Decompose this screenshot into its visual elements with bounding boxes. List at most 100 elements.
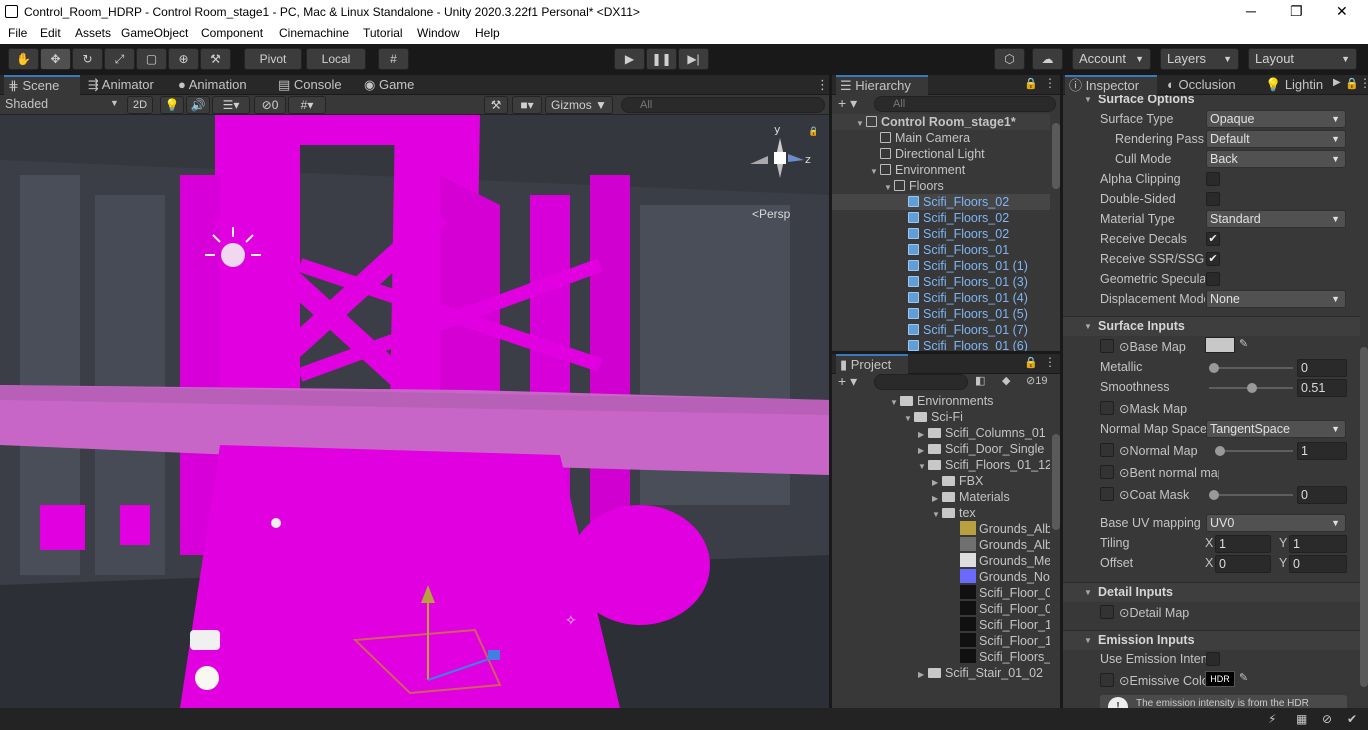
emission-inputs-header[interactable]: ▼ Emission Inputs [1063, 630, 1360, 650]
lighting-toggle-icon[interactable]: 💡 [160, 96, 184, 114]
coat-mask-slider[interactable] [1209, 490, 1293, 500]
custom-tool-icon[interactable]: ⚒ [200, 48, 231, 70]
surface-options-header[interactable]: ▼ Surface Options [1063, 95, 1360, 110]
detail-map-slot[interactable] [1100, 605, 1114, 619]
step-button[interactable]: ▶| [678, 48, 709, 70]
lighting-build-icon[interactable]: ⚡ [1268, 712, 1276, 726]
eyedropper-icon[interactable]: ✎ [1239, 337, 1248, 350]
chevron-right-icon[interactable]: ▶ [1333, 77, 1341, 88]
hidden-packages-icon[interactable]: ⊘19 [1026, 374, 1047, 387]
alpha-clipping-checkbox[interactable] [1206, 172, 1220, 186]
project-item[interactable]: Scifi_Floors_ [832, 649, 1050, 665]
filter-type-icon[interactable]: ◧ [975, 374, 985, 387]
filter-label-icon[interactable]: ◆ [1002, 374, 1010, 387]
hierarchy-item[interactable]: Scifi_Floors_01 [832, 242, 1050, 258]
hierarchy-item[interactable]: Scifi_Floors_02 [832, 210, 1050, 226]
base-uv-dropdown[interactable]: UV0 ▼ [1206, 514, 1346, 532]
project-scrollbar[interactable] [1052, 434, 1060, 530]
displacement-mode-dropdown[interactable]: None ▼ [1206, 290, 1346, 308]
smoothness-slider[interactable] [1209, 383, 1293, 393]
project-item[interactable]: Grounds_Alb [832, 537, 1050, 553]
panel-menu-icon[interactable]: ⋮ [1044, 355, 1056, 369]
hierarchy-item[interactable]: Directional Light [832, 146, 1050, 162]
menu-component[interactable]: Component [201, 26, 263, 40]
orientation-gizmo[interactable]: y z 🔒 [744, 120, 816, 200]
tab-project[interactable]: ▮ Project [836, 354, 908, 374]
hierarchy-item[interactable]: Scifi_Floors_01 (5) [832, 306, 1050, 322]
hierarchy-item[interactable]: Scifi_Floors_01 (6) [832, 338, 1050, 351]
perspective-label[interactable]: <Persp [752, 207, 790, 221]
hierarchy-item[interactable]: ▼ Environment [832, 162, 1050, 178]
create-add-icon[interactable]: + ▾ [838, 95, 857, 112]
tiling-y-input[interactable]: 1 [1289, 535, 1347, 553]
project-item[interactable]: Grounds_Me [832, 553, 1050, 569]
panel-menu-icon[interactable]: ⋮ [1359, 76, 1368, 90]
panel-menu-icon[interactable]: ⋮ [812, 75, 829, 95]
menu-assets[interactable]: Assets [75, 26, 111, 40]
grid-toggle-icon[interactable]: #▾ [288, 96, 326, 114]
lock-icon[interactable]: 🔒 [1345, 77, 1359, 90]
project-item[interactable]: Grounds_Alb [832, 521, 1050, 537]
coat-mask-slot[interactable] [1100, 487, 1114, 501]
gizmos-dropdown[interactable]: Gizmos ▼ [545, 96, 613, 114]
base-map-slot[interactable] [1100, 339, 1114, 353]
coat-mask-slider-knob[interactable] [1209, 490, 1219, 500]
geometric-specular-checkbox[interactable] [1206, 272, 1220, 286]
tab-animation[interactable]: ● Animation [174, 75, 270, 95]
coat-mask-input[interactable]: 0 [1297, 486, 1347, 504]
project-item[interactable]: Scifi_Floor_1 [832, 617, 1050, 633]
receive-ssr-checkbox[interactable]: ✔ [1206, 252, 1220, 266]
effects-toggle-icon[interactable]: ☰▾ [212, 96, 250, 114]
project-item[interactable]: Scifi_Floor_0 [832, 585, 1050, 601]
shading-mode-dropdown[interactable]: Shaded [5, 97, 48, 111]
tab-occlusion[interactable]: ◐ Occlusion [1163, 75, 1257, 95]
bent-normal-slot[interactable] [1100, 465, 1114, 479]
hierarchy-item[interactable]: ▼ Floors [832, 178, 1050, 194]
scale-tool-icon[interactable]: ⤢ [104, 48, 135, 70]
panel-menu-icon[interactable]: ⋮ [1044, 76, 1056, 90]
project-item[interactable]: ▶ FBX [832, 473, 1050, 489]
minimize-button[interactable]: ─ [1246, 3, 1256, 19]
hierarchy-item[interactable]: Scifi_Floors_01 (3) [832, 274, 1050, 290]
hierarchy-item[interactable]: Scifi_Floors_02 [832, 226, 1050, 242]
eyedropper-icon[interactable]: ✎ [1239, 671, 1248, 684]
project-item[interactable]: Grounds_Nor [832, 569, 1050, 585]
double-sided-checkbox[interactable] [1206, 192, 1220, 206]
hierarchy-item[interactable]: Scifi_Floors_01 (7) [832, 322, 1050, 338]
normal-map-input[interactable]: 1 [1297, 442, 1347, 460]
grid-snap-icon[interactable]: # [378, 48, 409, 70]
collab-icon[interactable]: ⬡ [994, 48, 1025, 70]
menu-gameobject[interactable]: GameObject [121, 26, 188, 40]
tab-inspector[interactable]: ⓘ Inspector [1065, 75, 1157, 95]
tab-animator[interactable]: ⇶ Animator [84, 75, 172, 95]
progress-check-icon[interactable]: ✔ [1347, 712, 1357, 726]
project-item[interactable]: ▼ Scifi_Floors_01_12 [832, 457, 1050, 473]
local-toggle[interactable]: Local [306, 48, 366, 70]
menu-window[interactable]: Window [417, 26, 460, 40]
transform-tool-icon[interactable]: ⊕ [168, 48, 199, 70]
base-map-color-swatch[interactable] [1205, 337, 1235, 353]
rotate-tool-icon[interactable]: ↻ [72, 48, 103, 70]
menu-help[interactable]: Help [475, 26, 500, 40]
hidden-objects-toggle[interactable]: ⊘ 0 [254, 96, 286, 114]
project-item[interactable]: ▶ Scifi_Columns_01 [832, 425, 1050, 441]
debug-mode-icon[interactable]: ⊘ [1322, 712, 1332, 726]
metallic-input[interactable]: 0 [1297, 359, 1347, 377]
menu-cinemachine[interactable]: Cinemachine [279, 26, 349, 40]
cloud-icon[interactable]: ☁ [1032, 48, 1063, 70]
offset-x-input[interactable]: 0 [1215, 555, 1271, 573]
surface-type-dropdown[interactable]: Opaque ▼ [1206, 110, 1346, 128]
rect-tool-icon[interactable]: ▢ [136, 48, 167, 70]
tab-scene[interactable]: ⋕ Scene [4, 75, 80, 95]
tab-console[interactable]: ▤ Console [274, 75, 354, 95]
2d-toggle[interactable]: 2D [127, 96, 153, 114]
restore-button[interactable]: ❐ [1290, 3, 1303, 20]
lock-icon[interactable]: 🔒 [1024, 356, 1038, 369]
hierarchy-scrollbar[interactable] [1052, 123, 1060, 189]
close-button[interactable]: ✕ [1336, 3, 1348, 20]
mask-map-slot[interactable] [1100, 401, 1114, 415]
material-type-dropdown[interactable]: Standard ▼ [1206, 210, 1346, 228]
metallic-slider[interactable] [1209, 363, 1293, 373]
layers-dropdown[interactable]: Layers ▼ [1160, 48, 1239, 70]
hierarchy-search-input[interactable]: All [874, 96, 1056, 112]
